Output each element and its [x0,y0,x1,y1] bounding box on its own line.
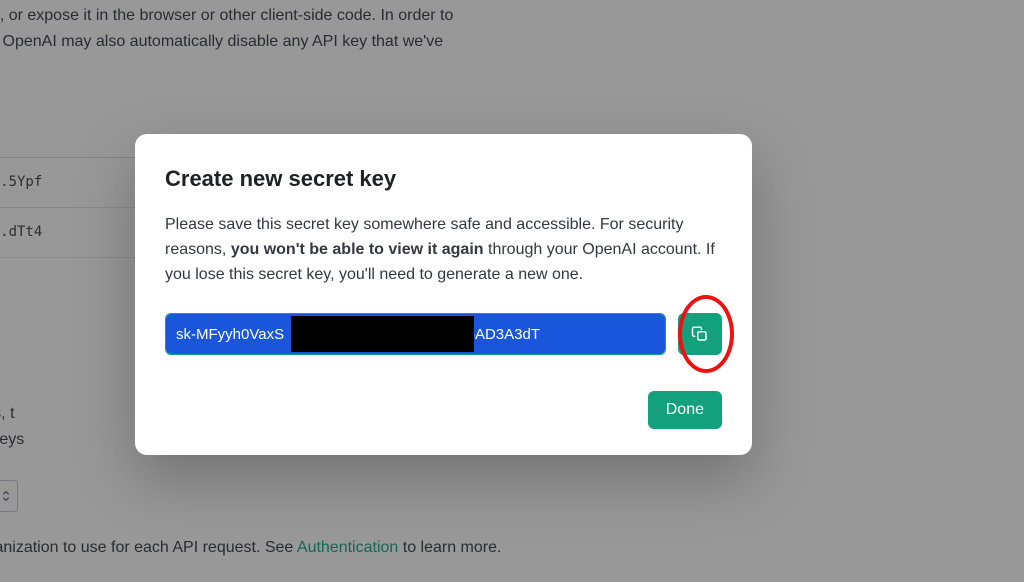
modal-description: Please save this secret key somewhere sa… [165,213,722,287]
desc-bold: you won't be able to view it again [231,241,484,258]
copy-icon [691,325,709,343]
done-button[interactable]: Done [648,391,722,429]
modal-title: Create new secret key [165,162,722,195]
modal-actions: Done [165,391,722,429]
redaction-overlay [291,316,474,352]
secret-key-field-wrap [165,313,666,355]
create-secret-key-modal: Create new secret key Please save this s… [135,134,752,455]
copy-key-button[interactable] [678,313,722,355]
secret-key-row [165,313,722,355]
